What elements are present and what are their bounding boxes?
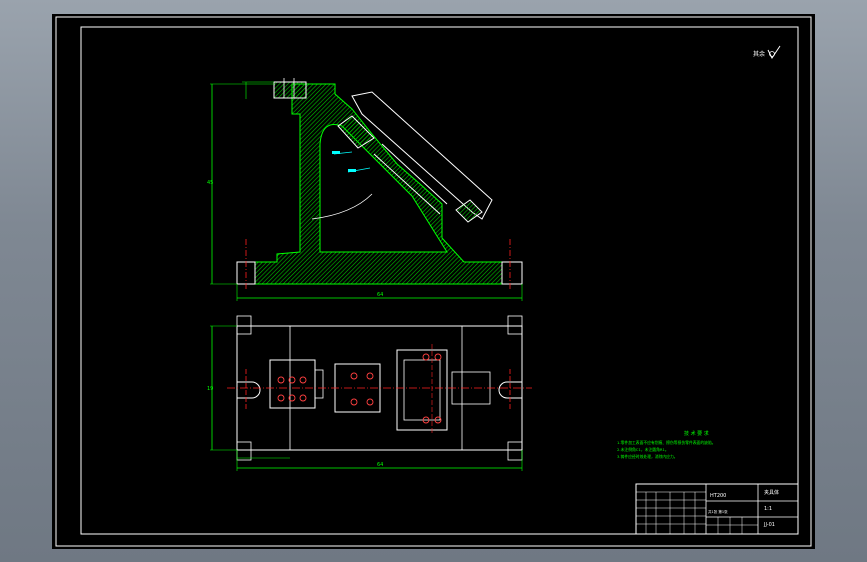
notes-line-3: 3.铸件应经时效处理，消除内应力。 bbox=[617, 454, 678, 459]
drawing-viewport[interactable]: 其余 45 64 19 64 技 术 要 求 1.零件加工表面不应有划痕、擦伤等… bbox=[52, 14, 815, 549]
notes-line-1: 1.零件加工表面不应有划痕、擦伤等损伤零件表面的缺陷。 bbox=[617, 440, 716, 445]
front-height-dim: 45 bbox=[207, 180, 213, 186]
notes-line-2: 2.未注倒角C1，未注圆角R1。 bbox=[617, 447, 669, 452]
front-width-dim: 64 bbox=[377, 292, 383, 298]
top-width-dim: 64 bbox=[377, 462, 383, 468]
technical-notes: 技 术 要 求 1.零件加工表面不应有划痕、擦伤等损伤零件表面的缺陷。 2.未注… bbox=[617, 430, 716, 459]
top-height-dim: 19 bbox=[207, 386, 213, 392]
notes-title: 技 术 要 求 bbox=[684, 430, 709, 437]
top-block-right bbox=[396, 349, 448, 431]
title-sheet: 共1张 第1张 bbox=[708, 509, 728, 514]
front-view: 45 64 bbox=[207, 78, 523, 301]
front-top-block bbox=[273, 81, 307, 99]
title-drawing-no: JJ-01 bbox=[763, 522, 775, 528]
cad-drawing: 其余 45 64 19 64 技 术 要 求 1.零件加工表面不应有划痕、擦伤等… bbox=[55, 16, 812, 547]
title-material: HT200 bbox=[710, 493, 726, 499]
top-view: 19 64 bbox=[207, 315, 532, 471]
title-part-name: 夹具体 bbox=[764, 489, 779, 496]
title-block: HT200 夹具体 1:1 JJ-01 共1张 第1张 bbox=[635, 483, 799, 535]
roughness-label: 其余 bbox=[753, 50, 765, 58]
title-scale: 1:1 bbox=[764, 506, 772, 512]
roughness-symbol: 其余 bbox=[753, 45, 781, 59]
